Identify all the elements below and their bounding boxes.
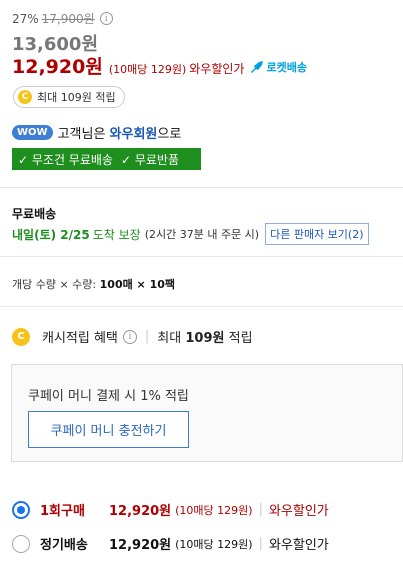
wow-suffix: 으로: [157, 127, 182, 142]
wow-member-text: 와우회원: [109, 127, 158, 142]
cash-reward-pill: C 최대 109원 적립: [13, 86, 125, 108]
quantity-label: 개당 수량 × 수량:: [12, 278, 97, 291]
shipping-line: 내일(토) 2/25 도착 보장 (2시간 37분 내 주문 시) 다른 판매자…: [12, 223, 369, 245]
option-one-time[interactable]: 1회구매 12,920원 (10매당 129원) | 와우할인가: [12, 500, 329, 519]
divider: [0, 187, 403, 188]
coupay-charge-button[interactable]: 쿠페이 머니 충전하기: [28, 411, 189, 448]
coin-icon: C: [18, 90, 32, 104]
quantity-value: 100매 × 10팩: [99, 278, 176, 291]
cash-benefit-suffix: 적립: [228, 331, 253, 346]
radio-unselected[interactable]: [12, 534, 30, 553]
option-unit-price: (10매당 129원): [175, 537, 253, 551]
cash-benefit-line: C 캐시적립 혜택 i | 최대 109원 적립: [12, 327, 253, 346]
radio-selected[interactable]: [12, 500, 30, 519]
quantity-line: 개당 수량 × 수량: 100매 × 10팩: [12, 276, 175, 292]
arrival-guarantee: 도착 보장: [92, 227, 141, 242]
original-price: 17,900원: [41, 12, 95, 26]
order-deadline-note: (2시간 37분 내 주문 시): [144, 228, 260, 241]
free-shipping-label: ✓ 무조건 무료배송: [18, 152, 113, 167]
cash-benefit-amount: 109원: [185, 331, 225, 346]
rocket-icon: [251, 61, 264, 73]
info-icon[interactable]: i: [99, 12, 113, 25]
coin-icon: C: [12, 327, 30, 346]
free-shipping-bar: ✓ 무조건 무료배송 ✓ 무료반품: [12, 148, 201, 170]
option-label: 와우할인가: [268, 538, 329, 553]
coupay-box: 쿠페이 머니 결제 시 1% 적립 쿠페이 머니 충전하기: [11, 364, 403, 462]
option-name: 정기배송: [40, 538, 88, 553]
wow-unit-price: (10매당 129원): [108, 63, 187, 76]
divider: [0, 256, 403, 257]
wow-discount-label: 와우할인가: [189, 62, 245, 76]
discount-rate: 27%: [12, 11, 39, 26]
option-price: 12,920원: [109, 504, 172, 519]
divider: [0, 306, 403, 307]
rocket-delivery-badge: 로켓배송: [250, 59, 307, 75]
cash-pill-text: 최대 109원 적립: [37, 91, 116, 104]
wow-price: 12,920원: [12, 56, 103, 78]
coupay-text: 쿠페이 머니 결제 시 1% 적립: [28, 389, 189, 404]
cash-benefit-max: 최대: [157, 331, 182, 346]
separator: |: [144, 329, 150, 344]
separator: |: [258, 536, 263, 551]
other-seller-button[interactable]: 다른 판매자 보기(2): [265, 223, 369, 245]
option-price: 12,920원: [109, 538, 172, 553]
shipping-title: 무료배송: [12, 207, 57, 221]
option-subscription[interactable]: 정기배송 12,920원 (10매당 129원) | 와우할인가: [12, 534, 329, 553]
cash-benefit-label: 캐시적립 혜택: [42, 331, 118, 346]
option-name: 1회구매: [40, 504, 85, 519]
free-return-label: ✓ 무료반품: [120, 152, 179, 167]
wow-price-line: 12,920원 (10매당 129원) 와우할인가 로켓배송: [12, 52, 307, 79]
price-top-row: 27% 17,900원 i: [12, 10, 113, 27]
separator: |: [258, 502, 263, 517]
wow-badge: WOW: [12, 125, 53, 140]
option-label: 와우할인가: [268, 504, 329, 519]
wow-prefix: 고객님은: [57, 127, 106, 142]
wow-member-line: WOW 고객님은 와우회원 으로: [12, 123, 181, 142]
info-icon[interactable]: i: [122, 329, 137, 344]
rocket-label: 로켓배송: [266, 61, 307, 74]
option-unit-price: (10매당 129원): [175, 503, 253, 517]
arrival-date: 내일(토) 2/25: [12, 227, 90, 242]
